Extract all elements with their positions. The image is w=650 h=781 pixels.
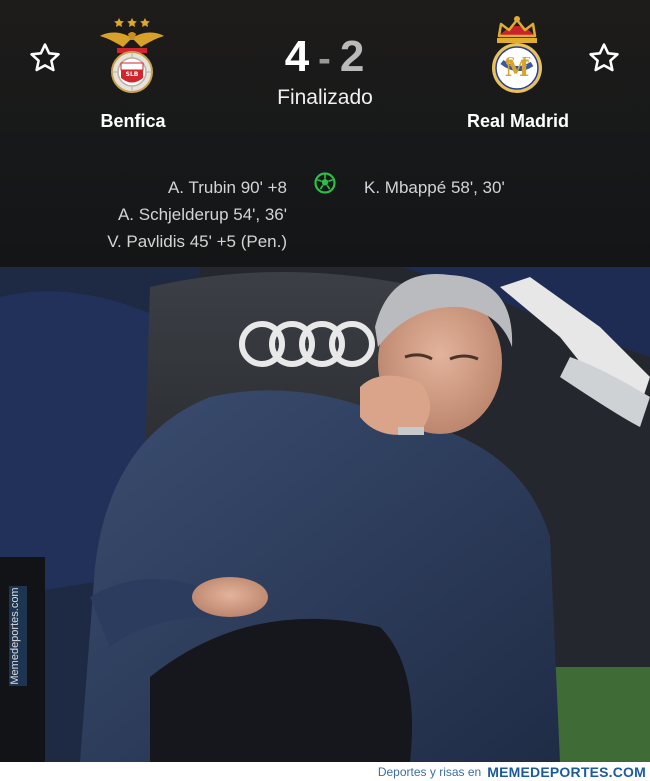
match-status: Finalizado [277, 86, 373, 109]
svg-text:C: C [505, 55, 515, 69]
soccer-ball-icon [313, 171, 337, 195]
footer-tagline: Deportes y risas en [377, 764, 482, 779]
side-watermark: Memedeportes.com [9, 586, 27, 686]
score-separator: - [318, 38, 332, 80]
watermark-footer: Deportes y risas en MEMEDEPORTES.COM [0, 762, 650, 781]
home-team-name[interactable]: Benfica [33, 111, 233, 132]
favorite-home-star-icon[interactable] [25, 38, 65, 78]
match-header: SLB 4-2 Finalizado M C F Benfica Real Ma… [0, 0, 650, 267]
footer-brand-logo[interactable]: MEMEDEPORTES.COM [487, 764, 646, 780]
away-score: 2 [339, 32, 366, 81]
home-scorers-list: A. Trubin 90' +8 A. Schjelderup 54', 36'… [107, 174, 287, 255]
scoreline: 4-2 [225, 32, 425, 82]
home-scorer-item: A. Schjelderup 54', 36' [117, 205, 287, 224]
favorite-away-star-icon[interactable] [584, 38, 624, 78]
home-score: 4 [284, 32, 311, 81]
home-scorer-item: A. Trubin 90' +8 [167, 178, 287, 197]
meme-photo: Memedeportes.com [0, 267, 650, 762]
svg-text:SLB: SLB [126, 71, 139, 78]
coach-laughing-photo [0, 267, 650, 762]
away-team-name[interactable]: Real Madrid [418, 111, 618, 132]
away-scorer-item: K. Mbappé 58', 30' [364, 178, 505, 197]
real-madrid-crest-icon[interactable]: M C F [482, 14, 552, 96]
away-scorers-list: K. Mbappé 58', 30' [364, 174, 505, 201]
home-scorer-item: V. Pavlidis 45' +5 (Pen.) [107, 232, 287, 251]
svg-text:F: F [522, 55, 531, 69]
benfica-crest-icon[interactable]: SLB [97, 14, 167, 96]
